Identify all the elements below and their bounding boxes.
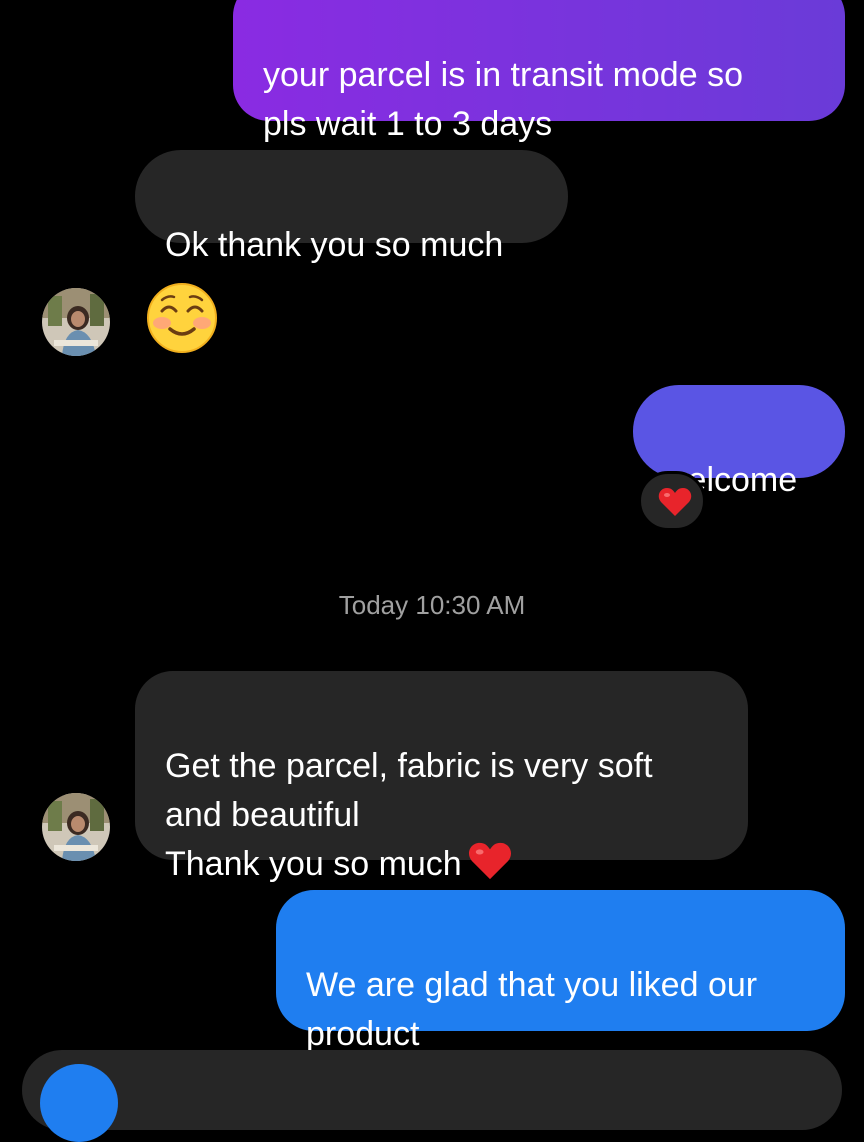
camera-button[interactable]	[40, 1064, 118, 1142]
timestamp-divider: Today 10:30 AM	[338, 590, 526, 620]
contact-avatar[interactable]	[42, 288, 110, 356]
message-text: your parcel is in transit mode so pls wa…	[263, 56, 743, 143]
message-reaction[interactable]	[638, 471, 706, 531]
message-text: Get the parcel, fabric is very soft and …	[165, 747, 653, 883]
sent-message-bubble[interactable]: We are glad that you liked our product	[276, 890, 845, 1053]
red-heart-icon	[468, 841, 512, 895]
avatar-photo	[42, 793, 110, 861]
message-text: Ok thank you so much	[165, 226, 504, 264]
sent-message-bubble[interactable]: your parcel is in transit mode so pls wa…	[233, 0, 845, 143]
received-message-bubble[interactable]: Ok thank you so much	[135, 150, 568, 264]
received-message-bubble[interactable]: Get the parcel, fabric is very soft and …	[135, 671, 748, 883]
contact-avatar[interactable]	[42, 793, 110, 861]
sent-message-bubble[interactable]: welcome	[633, 385, 845, 499]
red-heart-icon	[658, 488, 692, 516]
message-text: We are glad that you liked our product	[306, 966, 758, 1053]
avatar-photo	[42, 288, 110, 356]
message-composer[interactable]	[22, 1050, 842, 1130]
smiling-face-icon[interactable]	[142, 283, 222, 353]
